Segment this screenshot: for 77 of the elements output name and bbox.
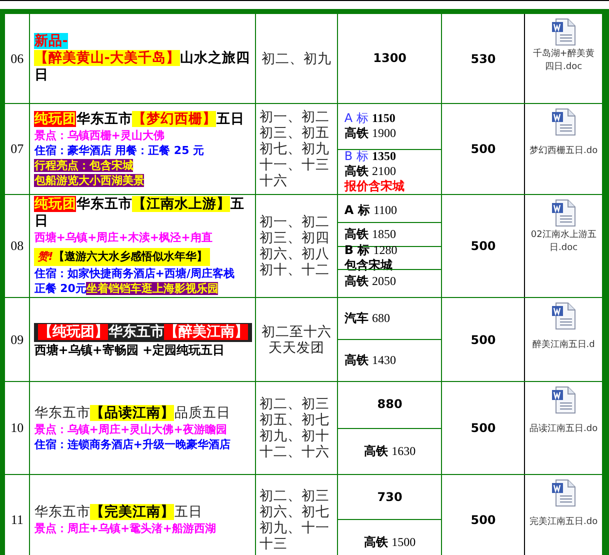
tour-title: 【纯玩团】华东五市【醉美江南】 (34, 322, 252, 342)
slogan-banner: 赞!【遨游六大水乡感悟似水年华】 (34, 248, 210, 266)
departure-date: 十三 (260, 536, 288, 552)
lodging-line: 住宿：连锁商务酒店+升级一晚豪华酒店 (34, 436, 232, 452)
document-icon (550, 302, 577, 330)
price-text: 高铁 1430 (344, 353, 396, 367)
price-text: B 标 1280 (344, 242, 398, 257)
file-name: 梦幻西栅五日.do (530, 145, 598, 158)
departure-date: 初三、初四 (260, 230, 330, 246)
price-text: 高铁 2050 (344, 274, 396, 288)
price-text: B 标 1350 (344, 149, 396, 164)
departure-date: 初十、十二 (260, 262, 330, 278)
tour-title: 纯玩团华东五市【梦幻西栅】五日 (34, 110, 246, 128)
file-name: 千岛湖+醉美黄 四日.doc (532, 48, 594, 74)
departure-date: 初三、初五 (260, 125, 330, 141)
deposit-amount: 500 (470, 142, 496, 156)
file-name: 完美江南五日.do (530, 516, 598, 529)
departure-date: 初二、初三 (260, 396, 330, 412)
deposit-amount: 500 (470, 421, 496, 435)
tour-subtitle: 西塘+乌镇+寄畅园 +定园纯玩五日 (34, 342, 226, 358)
departure-date: 十六 (260, 173, 288, 189)
lodging-line: 住宿：豪华酒店 用餐：正餐 25 元 (34, 142, 206, 158)
departure-date: 初五、初七 (260, 412, 330, 428)
price-text: 880 (377, 397, 402, 412)
departure-date: 十一、十三 (260, 157, 330, 173)
sights-line: 景点：乌镇+周庄+灵山大佛+夜游瞻园 (34, 422, 228, 436)
deposit-amount: 500 (470, 512, 496, 526)
document-icon (550, 18, 577, 46)
lodging-line: 正餐 20元坐着铛铛车逛上海影视乐园 (34, 281, 220, 296)
document-icon (550, 199, 577, 227)
departure-date: 初九、初十 (260, 428, 330, 444)
tour-title: 新品- (34, 33, 69, 50)
document-icon (550, 479, 577, 507)
row-number: 09 (10, 332, 24, 346)
departure-date: 初六、初八 (260, 246, 330, 262)
sights-line: 景点：周庄+乌镇+鼋头渚+船游西湖 (34, 520, 217, 536)
row-number: 11 (10, 512, 24, 526)
deposit-amount: 500 (470, 239, 496, 253)
departure-date: 天天发团 (268, 340, 324, 356)
tour-title: 纯玩团华东五市【江南水上游】五日 (34, 196, 246, 230)
tour-title: 【醉美黄山-大美千岛】山水之旅四日 (34, 50, 250, 84)
departure-date: 初九、十一 (260, 520, 330, 536)
row-number: 10 (10, 420, 24, 435)
price-text: 高铁 1500 (364, 534, 416, 548)
sights-line: 景点：乌镇西栅+灵山大佛 (34, 128, 166, 142)
departure-date: 初一、初二 (260, 109, 330, 125)
row-number: 07 (10, 141, 24, 156)
price-text: A 标 1150 (344, 111, 396, 126)
deposit-amount: 500 (470, 332, 496, 346)
departure-date: 十二、十六 (260, 444, 330, 460)
document-icon (550, 386, 577, 414)
price-text: 1300 (373, 51, 407, 66)
departure-date: 初一、初二 (260, 214, 330, 230)
tour-title: 华东五市【完美江南】五日 (34, 504, 204, 520)
file-name: 醉美江南五日.d (532, 339, 595, 352)
row-number: 06 (10, 50, 24, 66)
row-number: 08 (10, 238, 24, 253)
file-name: 02江南水上游五 日.doc (530, 229, 596, 255)
price-text: 汽车 680 (344, 311, 390, 325)
document-icon (550, 108, 577, 136)
deposit-amount: 530 (470, 52, 496, 66)
price-text: 高铁 1850 (344, 226, 396, 241)
sights-line: 西塘+乌镇+周庄+木渎+枫泾+甪直 (34, 230, 214, 245)
departure-date: 初七、初九 (260, 141, 330, 157)
price-text: 730 (377, 490, 402, 504)
departure-date: 初二、初三 (260, 488, 330, 504)
tour-title: 华东五市【品读江南】品质五日 (34, 404, 232, 422)
file-name: 品读江南五日.do (530, 423, 598, 436)
price-text: 报价含宋城 (344, 179, 404, 194)
price-text: A 标 1100 (344, 203, 397, 218)
departure-date: 初二、初九 (261, 50, 332, 66)
price-text: 高铁 1630 (364, 444, 416, 458)
departure-date: 初六、初七 (260, 504, 330, 520)
lodging-line: 住宿：如家快捷商务酒店+西塘/周庄客栈 (34, 266, 236, 281)
departure-date: 初二至十六 (261, 324, 332, 340)
price-text: 高铁 2100 (344, 164, 396, 178)
price-text: 高铁 1900 (344, 126, 396, 140)
